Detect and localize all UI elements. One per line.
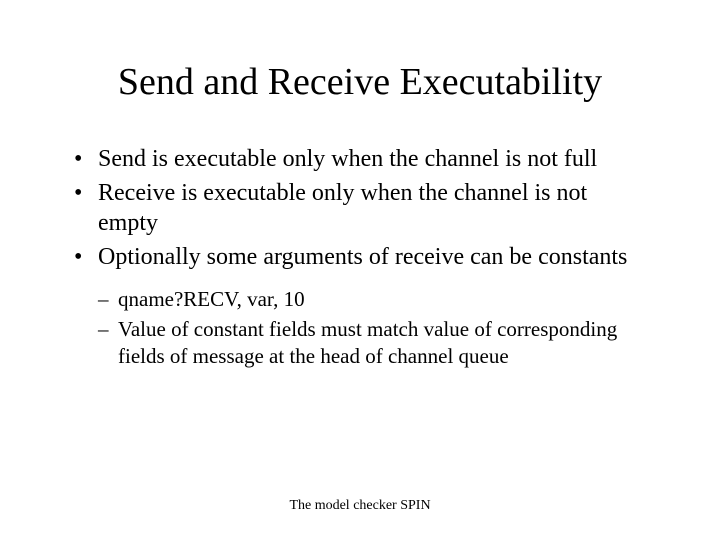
slide: Send and Receive Executability Send is e… [0,0,720,540]
bullet-item: Receive is executable only when the chan… [70,178,650,238]
sub-bullet-list: qname?RECV, var, 10 Value of constant fi… [70,286,650,369]
slide-footer: The model checker SPIN [0,498,720,514]
bullet-item: Send is executable only when the channel… [70,144,650,174]
sub-bullet-item: qname?RECV, var, 10 [70,286,650,312]
sub-bullet-item: Value of constant fields must match valu… [70,316,650,369]
slide-title: Send and Receive Executability [70,60,650,104]
bullet-item: Optionally some arguments of receive can… [70,242,650,272]
bullet-list: Send is executable only when the channel… [70,144,650,272]
